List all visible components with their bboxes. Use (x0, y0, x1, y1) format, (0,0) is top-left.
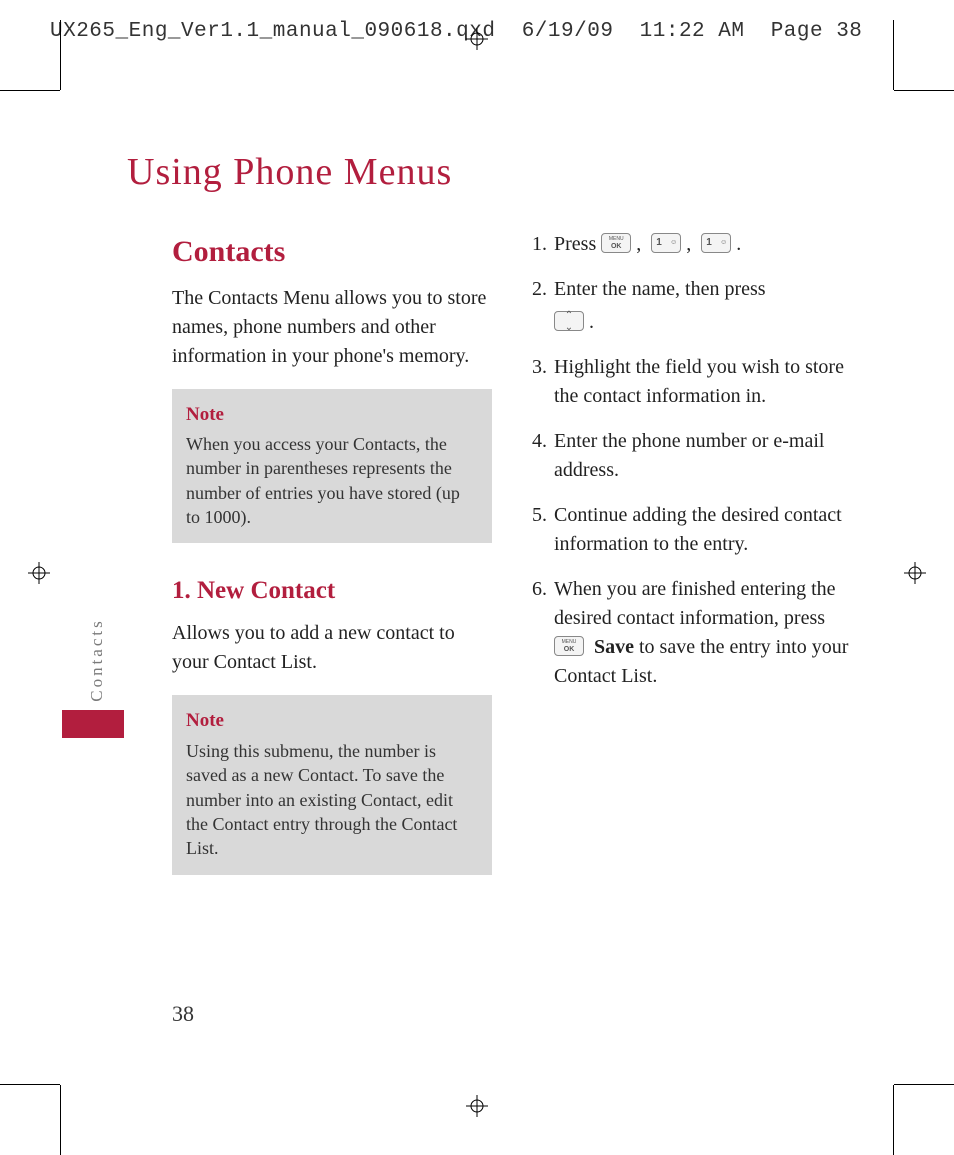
one-key-icon (651, 233, 681, 253)
step-1: 1. Press , , . (532, 230, 852, 259)
side-tab-highlight (62, 710, 124, 738)
one-key-icon (701, 233, 731, 253)
step-3-number: 3. (532, 353, 554, 411)
registration-mark-icon (466, 1095, 488, 1117)
step-1-pre: Press (554, 233, 601, 255)
menu-ok-key-icon (554, 636, 584, 656)
step-1-post: . (736, 233, 741, 255)
section-heading-contacts: Contacts (172, 230, 492, 274)
step-5-text: Continue adding the desired contact info… (554, 501, 852, 559)
print-page-label: Page 38 (771, 20, 863, 43)
note-box-2: Note Using this submenu, the number is s… (172, 695, 492, 874)
step-2-trailing: . (554, 308, 852, 337)
crop-mark (893, 20, 894, 90)
step-6: 6. When you are finished entering the de… (532, 575, 852, 691)
step-2-number: 2. (532, 275, 554, 304)
crop-mark (60, 20, 61, 90)
step-6-body: When you are finished entering the desir… (554, 575, 852, 691)
side-tab-label: Contacts (87, 618, 107, 702)
step-6-save-label: Save (594, 636, 634, 658)
step-2-body: Enter the name, then press (554, 275, 852, 304)
note-2-body: Using this submenu, the number is saved … (186, 739, 478, 860)
menu-ok-key-icon (601, 233, 631, 253)
step-2-trailing-post: . (589, 311, 594, 333)
page-content-area: Using Phone Menus Contacts Contacts The … (62, 90, 892, 1085)
crop-mark (894, 1084, 954, 1085)
crop-mark (0, 1084, 60, 1085)
step-1-number: 1. (532, 230, 554, 259)
step-2-text: Enter the name, then press (554, 278, 766, 300)
step-3: 3. Highlight the field you wish to store… (532, 353, 852, 411)
new-contact-intro: Allows you to add a new contact to your … (172, 619, 492, 677)
note-1-title: Note (186, 401, 478, 429)
step-1-body: Press , , . (554, 230, 852, 259)
step-4: 4. Enter the phone number or e-mail addr… (532, 427, 852, 485)
subsection-heading-new-contact: 1. New Contact (172, 573, 492, 609)
left-column: Contacts The Contacts Menu allows you to… (172, 230, 492, 885)
contacts-intro: The Contacts Menu allows you to store na… (172, 284, 492, 371)
crop-mark (894, 90, 954, 91)
note-1-body: When you access your Contacts, the numbe… (186, 432, 478, 529)
crop-mark (0, 90, 60, 91)
nav-key-icon (554, 311, 584, 331)
page-number: 38 (172, 1001, 194, 1027)
note-box-1: Note When you access your Contacts, the … (172, 389, 492, 544)
step-5: 5. Continue adding the desired contact i… (532, 501, 852, 559)
step-2: 2. Enter the name, then press (532, 275, 852, 304)
note-2-title: Note (186, 707, 478, 735)
registration-mark-icon (28, 562, 50, 584)
registration-mark-icon (466, 28, 488, 50)
print-date: 6/19/09 (522, 20, 614, 43)
step-3-text: Highlight the field you wish to store th… (554, 353, 852, 411)
print-time: 11:22 AM (640, 20, 745, 43)
step-6-number: 6. (532, 575, 554, 691)
print-filename: UX265_Eng_Ver1.1_manual_090618.qxd (50, 20, 495, 43)
right-column: 1. Press , , . 2. Enter the name, then p… (532, 230, 852, 885)
chapter-title: Using Phone Menus (127, 150, 452, 194)
step-5-number: 5. (532, 501, 554, 559)
print-header: UX265_Eng_Ver1.1_manual_090618.qxd 6/19/… (50, 20, 862, 43)
step-6-pre: When you are finished entering the desir… (554, 578, 836, 629)
registration-mark-icon (904, 562, 926, 584)
step-4-number: 4. (532, 427, 554, 485)
step-4-text: Enter the phone number or e-mail address… (554, 427, 852, 485)
